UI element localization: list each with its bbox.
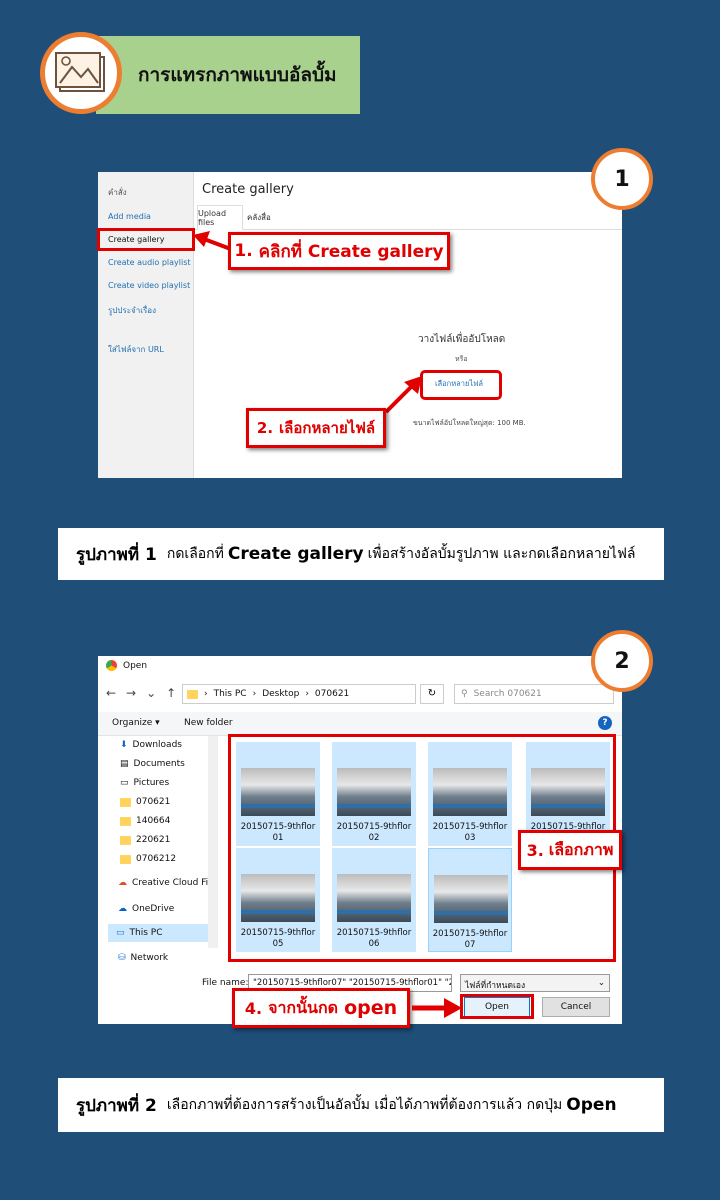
gallery-icon <box>40 32 122 114</box>
search-icon: ⚲ <box>461 689 468 699</box>
step-number-1: 1 <box>591 148 653 210</box>
highlight-select-files <box>420 370 502 400</box>
new-folder-button[interactable]: New folder <box>184 718 233 728</box>
help-icon[interactable]: ? <box>598 716 612 730</box>
sidebar-heading: คำสั่ง <box>108 188 127 197</box>
sidebar-item-audio-playlist[interactable]: Create audio playlist <box>108 258 191 267</box>
sidebar-item-featured-image[interactable]: รูปประจำเรื่อง <box>108 304 156 317</box>
folder-icon <box>120 816 131 826</box>
step-number-2: 2 <box>591 630 653 692</box>
nav-onedrive[interactable]: ☁ OneDrive <box>118 904 174 914</box>
caption-figure-1: รูปภาพที่ 1 กดเลือกที่ Create gallery เพ… <box>58 528 664 580</box>
cancel-button[interactable]: Cancel <box>542 997 610 1017</box>
file-name-label: File name: <box>202 978 249 988</box>
chevron-down-icon: ⌄ <box>597 978 605 988</box>
nav-this-pc[interactable]: ▭ This PC <box>108 924 208 942</box>
nav-folder-220621[interactable]: 220621 <box>120 835 170 845</box>
creative-cloud-icon: ☁ <box>118 878 127 888</box>
address-bar[interactable]: › This PC › Desktop › 070621 <box>182 684 416 704</box>
nav-pictures[interactable]: ▭ Pictures <box>120 778 169 788</box>
tab-media-library[interactable]: คลังสื่อ <box>247 211 271 224</box>
nav-downloads[interactable]: ⬇ Downloads <box>120 740 182 750</box>
download-icon: ⬇ <box>120 740 128 750</box>
arrow-to-open-button <box>412 998 462 1018</box>
nav-network[interactable]: ⛁ Network <box>118 953 168 963</box>
window-title: Open <box>106 660 147 671</box>
callout-step-4: 4. จากนั้นกด open <box>232 988 410 1028</box>
max-size-text: ขนาดไฟล์อัปโหลดใหญ่สุด: 100 MB. <box>413 419 526 427</box>
sidebar-item-insert-url[interactable]: ใส่ไฟล์จาก URL <box>108 343 164 356</box>
media-sidebar: คำสั่ง Add media Create gallery Create a… <box>98 172 194 478</box>
arrow-to-select-files <box>384 376 422 414</box>
nav-scrollbar[interactable] <box>208 736 218 948</box>
pictures-icon: ▭ <box>120 778 129 788</box>
file-type-select[interactable]: ไฟล์ที่กำหนดเอง ⌄ <box>460 974 610 992</box>
network-icon: ⛁ <box>118 953 126 963</box>
page-title: การแทรกภาพแบบอัลบั้ม <box>96 36 360 114</box>
folder-icon <box>120 835 131 845</box>
folder-icon <box>187 689 198 699</box>
cloud-icon: ☁ <box>118 904 127 914</box>
nav-documents[interactable]: ▤ Documents <box>120 759 185 769</box>
or-text: หรือ <box>455 355 468 363</box>
callout-step-1: 1. คลิกที่ Create gallery <box>228 232 450 270</box>
folder-icon <box>120 797 131 807</box>
callout-step-3: 3. เลือกภาพ <box>518 830 622 870</box>
modal-heading: Create gallery <box>202 182 294 197</box>
folder-icon <box>120 854 131 864</box>
highlight-create-gallery <box>97 228 195 251</box>
organize-button[interactable]: Organize ▾ <box>112 718 160 728</box>
drop-text: วางไฟล์เพื่ออัปโหลด <box>418 334 506 345</box>
nav-folder-0706212[interactable]: 0706212 <box>120 854 176 864</box>
chrome-icon <box>106 660 117 671</box>
nav-folder-070621[interactable]: 070621 <box>120 797 170 807</box>
nav-arrows[interactable]: ←→⌄↑ <box>106 686 186 700</box>
refresh-icon[interactable]: ↻ <box>420 684 444 704</box>
sidebar-item-video-playlist[interactable]: Create video playlist <box>108 281 190 290</box>
highlight-open-button <box>460 994 534 1019</box>
sidebar-item-add-media[interactable]: Add media <box>108 212 151 221</box>
nav-creative-cloud[interactable]: ☁ Creative Cloud Fil <box>118 878 211 888</box>
callout-step-2: 2. เลือกหลายไฟล์ <box>246 408 386 448</box>
computer-icon: ▭ <box>116 928 125 938</box>
search-input[interactable]: ⚲ Search 070621 <box>454 684 614 704</box>
document-icon: ▤ <box>120 759 129 769</box>
nav-folder-140664[interactable]: 140664 <box>120 816 170 826</box>
caption-figure-2: รูปภาพที่ 2 เลือกภาพที่ต้องการสร้างเป็นอ… <box>58 1078 664 1132</box>
